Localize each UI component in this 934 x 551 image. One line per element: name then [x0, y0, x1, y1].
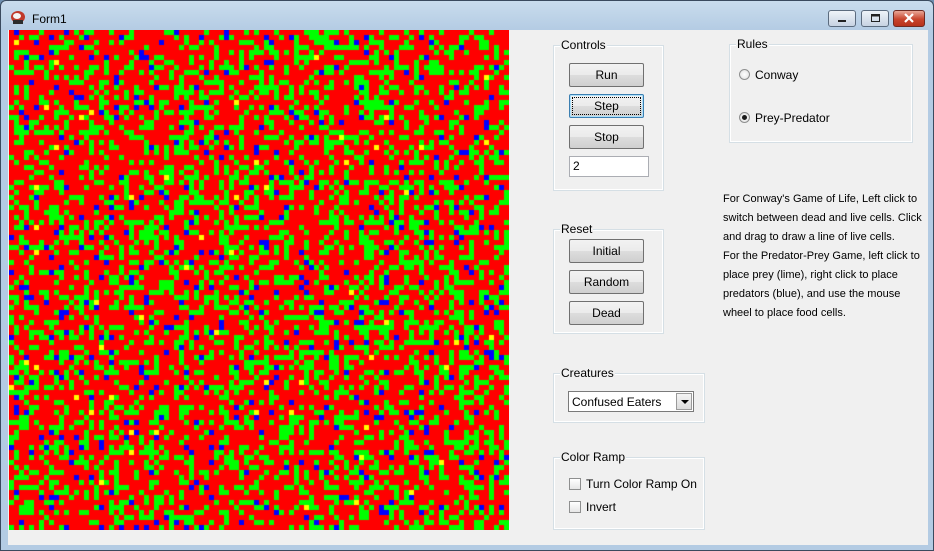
conway-radio[interactable]: [739, 69, 750, 80]
minimize-icon: [838, 20, 846, 22]
life-grid-canvas[interactable]: [9, 30, 509, 530]
color-ramp-checkbox[interactable]: [569, 478, 581, 490]
step-button[interactable]: Step: [569, 94, 644, 118]
creatures-selected: Confused Eaters: [572, 395, 662, 409]
creatures-dropdown[interactable]: Confused Eaters: [568, 391, 694, 412]
creatures-group: Creatures Confused Eaters: [553, 366, 705, 423]
controls-group: Controls Run Step Stop 2: [553, 38, 664, 191]
radio-selected-dot: [742, 115, 747, 120]
minimize-button[interactable]: [828, 10, 856, 27]
dead-button[interactable]: Dead: [569, 301, 644, 325]
app-icon: [10, 10, 26, 25]
main-window: Form1 Controls Run Step Stop 2 Reset Ini…: [0, 0, 934, 551]
creatures-legend: Creatures: [560, 366, 615, 380]
maximize-icon: [871, 14, 880, 22]
random-button[interactable]: Random: [569, 270, 644, 294]
chevron-down-icon[interactable]: [676, 393, 692, 410]
controls-legend: Controls: [560, 38, 607, 52]
color-ramp-label[interactable]: Turn Color Ramp On: [586, 477, 697, 491]
initial-button[interactable]: Initial: [569, 239, 644, 263]
title-bar[interactable]: Form1: [1, 1, 933, 31]
invert-label[interactable]: Invert: [586, 500, 616, 514]
rules-group: Rules Conway Prey-Predator: [729, 37, 913, 143]
prey-predator-radio[interactable]: [739, 112, 750, 123]
prey-predator-label[interactable]: Prey-Predator: [755, 111, 830, 125]
invert-checkbox[interactable]: [569, 501, 581, 513]
conway-label[interactable]: Conway: [755, 68, 798, 82]
close-icon: [904, 13, 914, 23]
client-area: Controls Run Step Stop 2 Reset Initial R…: [8, 30, 928, 545]
color-ramp-group: Color Ramp Turn Color Ramp On Invert: [553, 450, 705, 530]
instructions-text: For Conway's Game of Life, Left click to…: [723, 190, 923, 323]
rules-legend: Rules: [736, 37, 769, 51]
run-button[interactable]: Run: [569, 63, 644, 87]
reset-group: Reset Initial Random Dead: [553, 222, 664, 334]
predator-prey-instructions: For the Predator-Prey Game, left click t…: [723, 250, 920, 319]
color-ramp-legend: Color Ramp: [560, 450, 627, 464]
speed-input[interactable]: 2: [569, 156, 649, 177]
close-button[interactable]: [893, 10, 925, 27]
window-title: Form1: [32, 12, 67, 26]
conway-instructions: For Conway's Game of Life, Left click to…: [723, 193, 922, 243]
stop-button[interactable]: Stop: [569, 125, 644, 149]
maximize-button[interactable]: [861, 10, 889, 27]
reset-legend: Reset: [560, 222, 594, 236]
